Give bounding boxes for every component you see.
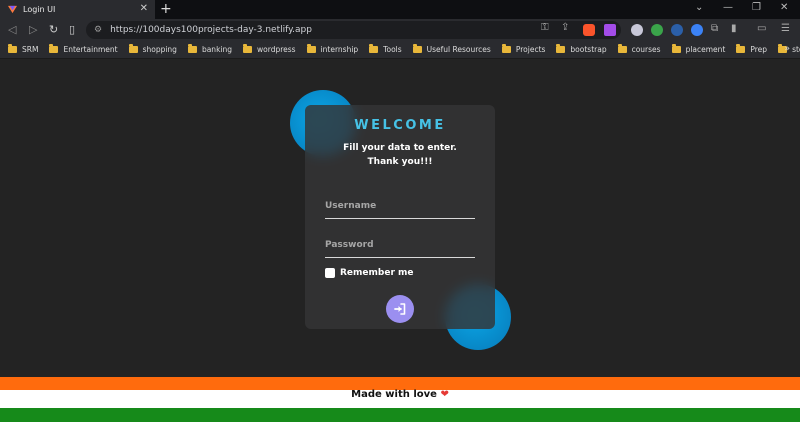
subtitle-line-2: Thank you!!! (367, 157, 433, 167)
bookmark-courses[interactable]: courses (617, 44, 661, 54)
site-settings-icon[interactable]: ⚙ (94, 25, 102, 35)
wallet-icon[interactable]: ▭ (757, 23, 766, 34)
folder-icon (49, 44, 59, 53)
react-devtools-icon[interactable] (671, 24, 683, 36)
bookmark-internship[interactable]: internship (306, 44, 358, 54)
bookmark-tools[interactable]: Tools (369, 44, 402, 54)
folder-icon (128, 44, 138, 53)
extension-icon[interactable] (651, 24, 663, 36)
page-content: WELCOME Fill your data to enter. Thank y… (0, 59, 800, 422)
forward-icon[interactable]: ▷ (29, 23, 37, 36)
back-icon[interactable]: ◁ (8, 23, 16, 36)
folder-icon (501, 44, 511, 53)
sidebar-icon[interactable]: ▮ (731, 23, 737, 34)
folder-icon (671, 44, 681, 53)
share-icon[interactable]: ⇪ (561, 22, 569, 33)
new-tab-button[interactable]: + (160, 1, 172, 17)
tab-title: Login UI (23, 5, 56, 14)
bookmark-useful-resources[interactable]: Useful Resources (412, 44, 491, 54)
shield-extension-icon[interactable] (631, 24, 643, 36)
menu-icon[interactable]: ☰ (781, 23, 790, 34)
brave-rewards-icon[interactable] (604, 24, 616, 36)
password-input[interactable] (325, 240, 475, 257)
username-input[interactable] (325, 201, 475, 218)
folder-icon (243, 44, 253, 53)
folder-icon (617, 44, 627, 53)
subtitle-line-1: Fill your data to enter. (343, 143, 457, 153)
reload-icon[interactable]: ↻ (49, 23, 58, 36)
bookmarks-overflow-button[interactable]: » (784, 44, 790, 54)
sign-in-icon (394, 303, 406, 315)
bookmark-entertainment[interactable]: Entertainment (49, 44, 118, 54)
bookmark-shopping[interactable]: shopping (128, 44, 177, 54)
bookmark-srm[interactable]: SRM (8, 44, 38, 54)
tab-close-icon[interactable]: ✕ (140, 3, 148, 14)
bookmarks-bar: SRM Entertainment shopping banking wordp… (0, 41, 800, 59)
remember-me-row[interactable]: Remember me (325, 268, 414, 278)
heart-icon: ❤ (440, 389, 449, 400)
flag-band-green (0, 408, 800, 422)
title-bar: Login UI ✕ + ⌄ — ❐ ✕ (0, 0, 800, 19)
key-icon[interactable]: ⚿ (541, 22, 549, 33)
login-button[interactable] (386, 295, 414, 323)
folder-icon (306, 44, 316, 53)
brave-shields-icon[interactable] (583, 24, 595, 36)
tab-favicon-icon (8, 5, 17, 14)
remember-me-checkbox[interactable] (325, 268, 335, 278)
folder-icon (736, 44, 746, 53)
bookmark-bootstrap[interactable]: bootstrap (556, 44, 607, 54)
bookmark-placement[interactable]: placement (671, 44, 725, 54)
login-subtitle: Fill your data to enter. Thank you!!! (305, 141, 495, 169)
tab-search-icon[interactable]: ⌄ (695, 2, 703, 13)
password-field-wrapper (325, 232, 475, 258)
folder-icon (8, 44, 17, 53)
login-card: WELCOME Fill your data to enter. Thank y… (305, 105, 495, 329)
maximize-button[interactable]: ❐ (752, 2, 761, 13)
footer-flag: Made with love ❤ (0, 377, 800, 422)
made-with-love-text: Made with love (351, 389, 437, 400)
browser-tab[interactable]: Login UI ✕ (0, 0, 155, 19)
bookmark-projects[interactable]: Projects (501, 44, 545, 54)
url-text: https://100days100projects-day-3.netlify… (110, 25, 312, 35)
extensions-icon[interactable]: ⧉ (711, 23, 718, 34)
welcome-heading: WELCOME (354, 118, 446, 133)
folder-icon (412, 44, 422, 53)
minimize-button[interactable]: — (723, 2, 733, 13)
folder-icon (556, 44, 566, 53)
extension-2-icon[interactable] (691, 24, 703, 36)
footer-text: Made with love ❤ (0, 389, 800, 400)
close-window-button[interactable]: ✕ (780, 2, 788, 13)
remember-me-label: Remember me (340, 268, 414, 278)
bookmark-banking[interactable]: banking (187, 44, 232, 54)
bookmark-icon[interactable]: ▯ (69, 23, 75, 36)
bookmark-wordpress[interactable]: wordpress (243, 44, 296, 54)
bookmark-prep[interactable]: Prep (736, 44, 767, 54)
username-field-wrapper (325, 193, 475, 219)
folder-icon (187, 44, 197, 53)
folder-icon (369, 44, 379, 53)
